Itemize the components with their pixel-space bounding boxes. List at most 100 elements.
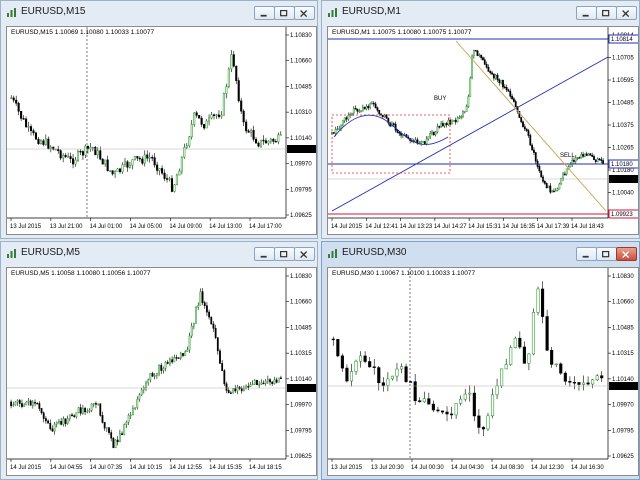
price-axis-label: 1.10485: [612, 325, 634, 331]
bull-candle: [576, 157, 579, 159]
bear-candle: [593, 156, 595, 161]
chart-window-eurusd-m1[interactable]: EURUSD,M1 1.108141.107051.105951.104851.…: [321, 0, 640, 239]
chart-canvas[interactable]: 1.10830 1.10660 1.10485 1.10310 1.10140 1.099…: [7, 27, 317, 235]
minimize-button[interactable]: [576, 247, 597, 261]
price-chart[interactable]: 1.10830 1.10660 1.10485 1.10315 1.10140 1.099…: [327, 267, 639, 476]
bull-candle: [352, 107, 355, 114]
bull-candle: [390, 375, 394, 380]
bull-candle: [185, 145, 188, 148]
bear-candle: [372, 102, 375, 105]
bull-candle: [536, 288, 540, 313]
window-title: EURUSD,M5: [21, 247, 80, 258]
level-price-label: 1.10180: [611, 162, 633, 168]
bear-candle: [42, 140, 45, 145]
bull-candle: [574, 157, 577, 162]
bull-candle: [422, 141, 424, 143]
bear-candle: [450, 413, 454, 416]
chart-canvas[interactable]: 1.10814 1.10705 1.10595 1.10485 1.10375 1.102…: [328, 27, 639, 235]
title-bar[interactable]: EURUSD,M15: [1, 1, 317, 25]
bear-candle: [34, 132, 38, 140]
bull-candle: [125, 421, 128, 425]
bull-candle: [253, 380, 256, 385]
bear-candle: [38, 403, 41, 409]
bear-candle: [498, 79, 501, 84]
chart-window-eurusd-m15[interactable]: EURUSD,M15 1.10830 1.10660 1.10485 1.10310 1…: [0, 0, 318, 239]
bear-candle: [496, 74, 499, 81]
maximize-button[interactable]: [274, 247, 295, 261]
bear-candle: [568, 380, 572, 383]
minimize-button[interactable]: [254, 247, 275, 261]
minimize-button[interactable]: [576, 6, 597, 20]
bull-candle: [105, 427, 108, 429]
bull-candle: [188, 136, 191, 147]
close-button[interactable]: [294, 6, 315, 20]
chart-canvas[interactable]: 1.10830 1.10660 1.10485 1.10315 1.10140 1.099…: [328, 268, 639, 476]
bull-candle: [175, 174, 178, 186]
bull-candle: [184, 351, 187, 356]
bear-candle: [549, 185, 552, 193]
chart-window-eurusd-m5[interactable]: EURUSD,M5 1.10830 1.10660 1.10485 1.10315 1.…: [0, 241, 318, 480]
bull-candle: [180, 156, 183, 172]
maximize-button[interactable]: [596, 247, 617, 261]
time-axis-label: 14 Jul 04:30: [451, 465, 484, 471]
close-button[interactable]: [294, 247, 315, 261]
bear-candle: [232, 54, 235, 67]
bull-candle: [75, 412, 78, 417]
bull-candle: [596, 158, 599, 163]
bear-candle: [585, 153, 588, 156]
bull-candle: [168, 178, 171, 180]
bear-candle: [331, 338, 335, 341]
bull-candle: [260, 382, 263, 385]
symbol-ohlc-header: EURUSD,M5 1.10058 1.10080 1.10056 1.1007…: [11, 270, 151, 277]
time-axis-label: 14 Jul 12:41: [365, 224, 398, 230]
chart-window-eurusd-m30[interactable]: EURUSD,M30 1.10830 1.10660 1.10485 1.10315 1…: [321, 241, 640, 480]
maximize-button[interactable]: [596, 6, 617, 20]
bear-candle: [377, 367, 381, 384]
title-bar[interactable]: EURUSD,M5: [1, 242, 317, 266]
close-button[interactable]: [616, 247, 637, 261]
close-button[interactable]: [616, 6, 637, 20]
price-chart[interactable]: 1.10830 1.10660 1.10485 1.10310 1.10140 1.099…: [6, 26, 317, 235]
bull-candle: [158, 168, 161, 171]
chart-app-icon: [328, 8, 337, 17]
bear-candle: [182, 353, 184, 356]
bear-candle: [212, 114, 216, 116]
bear-candle: [394, 123, 397, 131]
bear-candle: [440, 410, 445, 413]
bear-candle: [126, 161, 129, 168]
time-axis-label: 14 Jul 08:30: [491, 465, 524, 471]
bull-candle: [422, 398, 426, 403]
time-axis-label: 14 Jul 05:00: [130, 224, 163, 230]
bull-candle: [134, 407, 137, 409]
bull-candle: [173, 357, 176, 363]
price-axis-label: 1.10140: [290, 377, 312, 383]
bull-candle: [569, 163, 572, 167]
bear-candle: [64, 155, 67, 158]
bull-candle: [277, 377, 280, 383]
price-chart[interactable]: 1.10814 1.10705 1.10595 1.10485 1.10375 1.102…: [327, 26, 639, 235]
title-bar[interactable]: EURUSD,M30: [322, 242, 639, 266]
chart-canvas[interactable]: 1.10830 1.10660 1.10485 1.10315 1.10140 1.099…: [7, 268, 317, 476]
bull-candle: [147, 379, 150, 384]
bear-candle: [534, 152, 537, 162]
bear-candle: [418, 400, 422, 403]
bear-candle: [45, 418, 47, 422]
bull-candle: [267, 140, 270, 144]
chart-app-icon: [7, 249, 16, 258]
bull-candle: [504, 364, 508, 370]
bear-candle: [507, 89, 510, 92]
bear-candle: [481, 427, 485, 430]
bear-candle: [237, 80, 240, 102]
bull-candle: [386, 378, 390, 386]
bull-candle: [447, 119, 450, 126]
bull-candle: [420, 141, 422, 144]
chart-app-icon: [7, 8, 16, 17]
minimize-button[interactable]: [254, 6, 275, 20]
maximize-button[interactable]: [274, 6, 295, 20]
bear-candle: [271, 381, 274, 384]
time-axis-label: 13 Jul 2015: [331, 465, 363, 471]
price-chart[interactable]: 1.10830 1.10660 1.10485 1.10315 1.10140 1.099…: [6, 267, 317, 476]
title-bar[interactable]: EURUSD,M1: [322, 1, 639, 25]
bull-candle: [365, 105, 368, 110]
price-axis-label: 1.09625: [290, 213, 312, 219]
